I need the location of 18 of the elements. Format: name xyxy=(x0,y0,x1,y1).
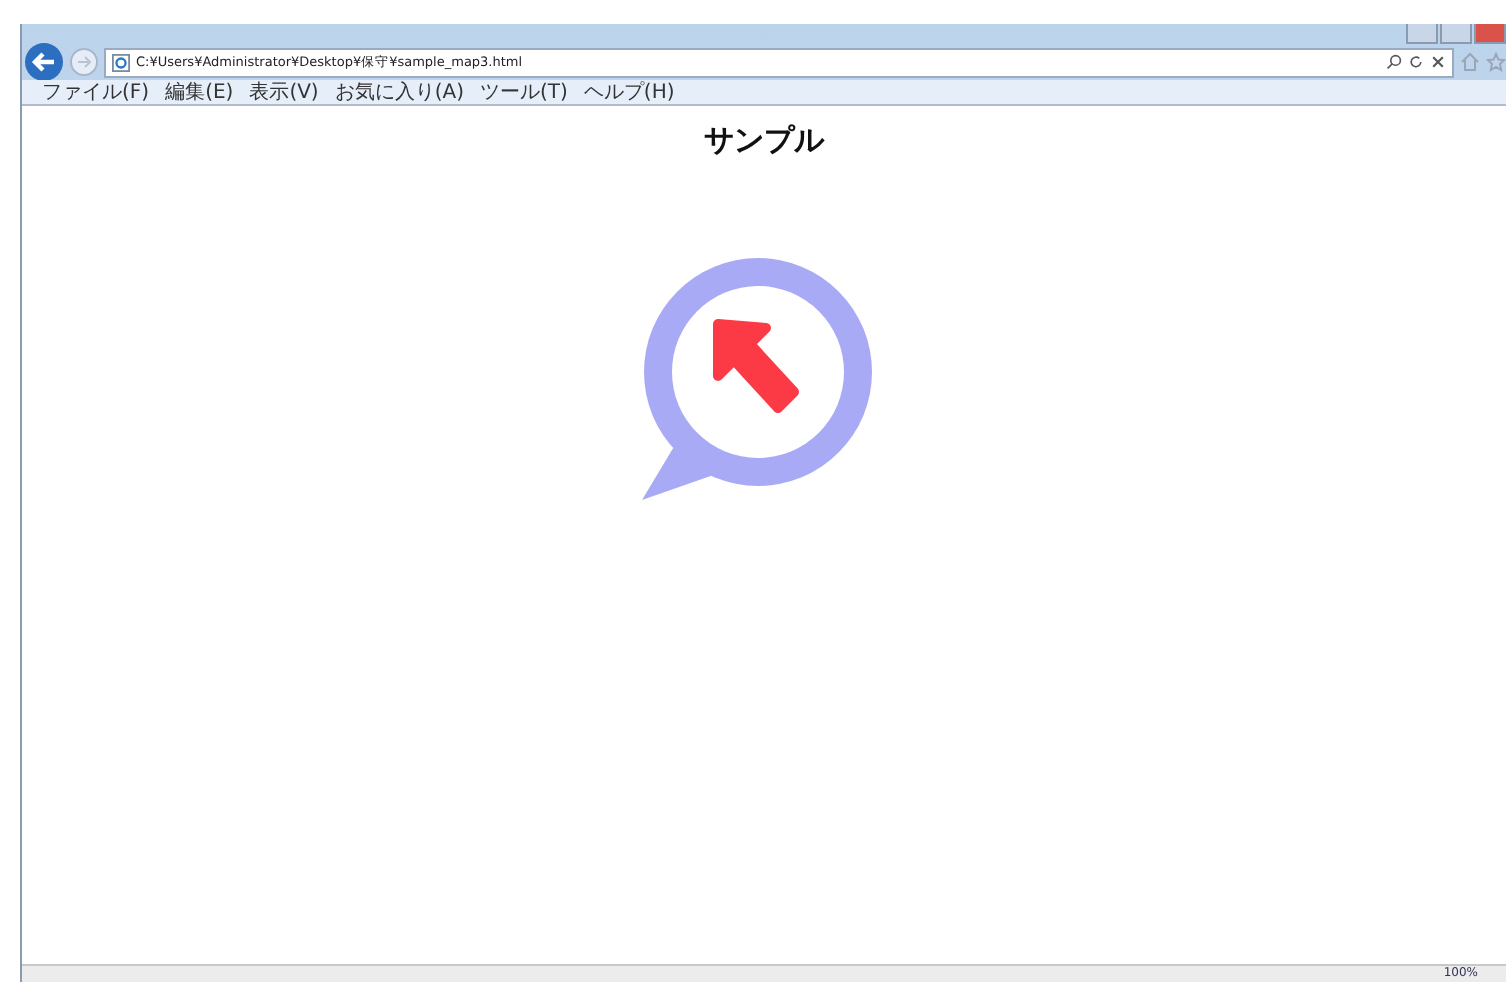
menu-item[interactable]: お気に入り(A) xyxy=(334,81,464,103)
menu-item[interactable]: ツール(T) xyxy=(480,81,568,103)
close-icon[interactable] xyxy=(1430,54,1446,70)
menu-item[interactable]: ヘルプ(H) xyxy=(583,81,675,103)
star-icon[interactable] xyxy=(1486,52,1506,72)
search-icon[interactable] xyxy=(1386,54,1402,70)
refresh-icon[interactable] xyxy=(1408,54,1424,70)
page-heading: サンプル xyxy=(704,122,824,160)
forward-button[interactable] xyxy=(70,48,98,76)
home-icon[interactable] xyxy=(1460,52,1480,72)
close-button[interactable] xyxy=(1474,24,1506,44)
page-icon xyxy=(112,53,130,71)
menu-item[interactable]: 編集(E) xyxy=(165,81,234,103)
maximize-button[interactable] xyxy=(1440,24,1472,44)
menu-item[interactable]: 表示(V) xyxy=(249,81,319,103)
minimize-button[interactable] xyxy=(1406,24,1438,44)
back-button[interactable] xyxy=(24,42,64,82)
menu-item[interactable]: ファイル(F) xyxy=(42,81,150,103)
